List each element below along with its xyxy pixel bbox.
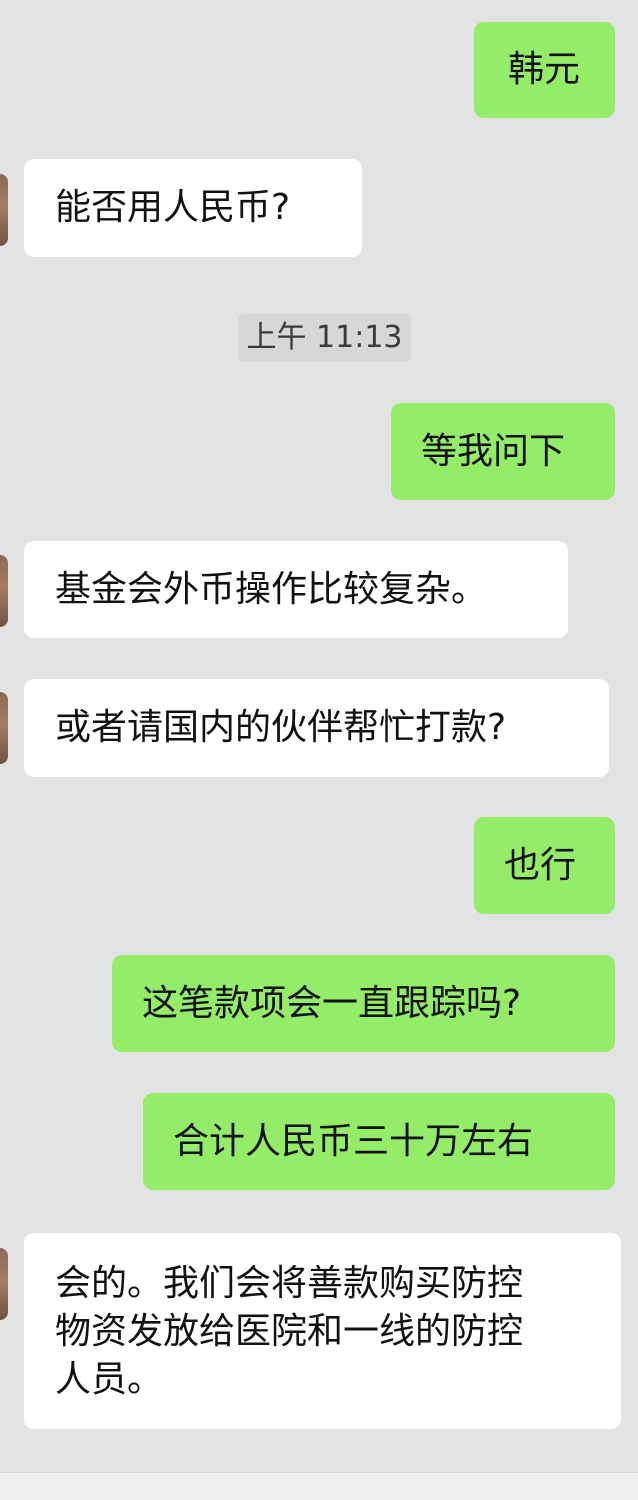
message-text: 也行 <box>504 845 577 886</box>
contact-avatar[interactable] <box>0 555 8 627</box>
contact-avatar[interactable] <box>0 692 8 764</box>
chat-window: 韩元 能否用人民币? 上午 11:13 等我问下 基金会外币操作比较复杂。 或者… <box>0 0 638 1499</box>
received-message-bubble[interactable]: 能否用人民币? <box>24 159 362 257</box>
received-message-bubble[interactable]: 基金会外币操作比较复杂。 <box>24 541 568 638</box>
message-text: 合计人民币三十万左右 <box>173 1121 534 1162</box>
message-text: 这笔款项会一直跟踪吗? <box>142 983 522 1024</box>
contact-avatar[interactable] <box>0 1248 8 1320</box>
sent-message-bubble[interactable]: 也行 <box>474 817 615 914</box>
message-text: 或者请国内的伙伴帮忙打款? <box>55 707 507 748</box>
sent-message-bubble[interactable]: 等我问下 <box>391 403 615 500</box>
sent-message-bubble[interactable]: 合计人民币三十万左右 <box>143 1093 615 1190</box>
received-message-bubble[interactable]: 或者请国内的伙伴帮忙打款? <box>24 679 609 777</box>
message-text: 韩元 <box>508 49 581 90</box>
sent-message-bubble[interactable]: 韩元 <box>474 22 615 118</box>
received-message-bubble[interactable]: 会的。我们会将善款购买防控 物资发放给医院和一线的防控 人员。 <box>24 1233 621 1429</box>
timestamp-label: 上午 11:13 <box>238 314 411 362</box>
message-text: 能否用人民币? <box>55 187 291 228</box>
contact-avatar[interactable] <box>0 174 8 246</box>
message-text: 等我问下 <box>421 431 566 472</box>
sent-message-bubble[interactable]: 这笔款项会一直跟踪吗? <box>112 955 615 1052</box>
message-text: 基金会外币操作比较复杂。 <box>55 569 488 610</box>
message-text-line: 会的。我们会将善款购买防控 <box>55 1263 524 1304</box>
message-text-line: 人员。 <box>55 1359 164 1400</box>
message-text-line: 物资发放给医院和一线的防控 <box>55 1311 524 1352</box>
input-bar[interactable] <box>0 1472 638 1500</box>
